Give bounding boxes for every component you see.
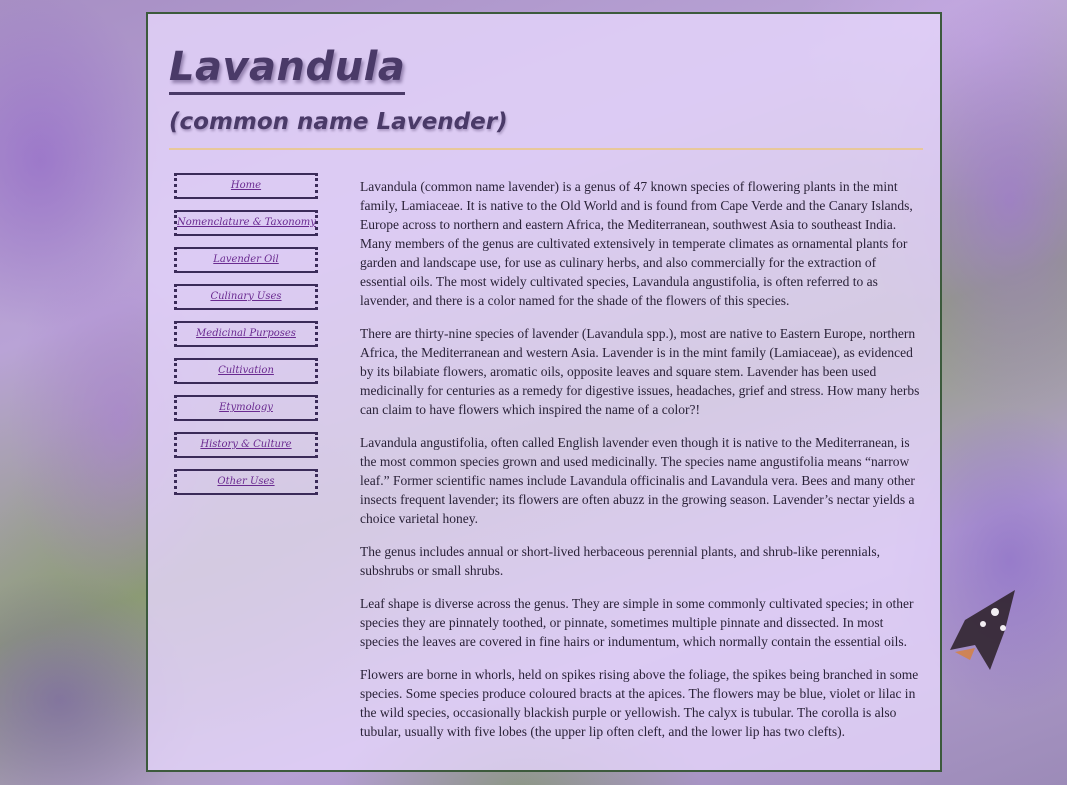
article-paragraph: Leaf shape is diverse across the genus. …	[360, 596, 914, 649]
article-paragraph: There are thirty-nine species of lavende…	[360, 326, 920, 417]
butterfly-background-image	[950, 590, 1015, 670]
page-subtitle: (common name Lavender)	[169, 109, 508, 135]
page-title: Lavandula	[169, 44, 406, 95]
main-panel: Lavandula (common name Lavender) Home No…	[146, 12, 942, 772]
article-paragraph: The genus includes annual or short-lived…	[360, 544, 880, 578]
nav-link-nomenclature-taxonomy[interactable]: Nomenclature & Taxonomy	[174, 210, 318, 236]
header-divider	[169, 148, 923, 150]
nav-link-medicinal-purposes[interactable]: Medicinal Purposes	[174, 321, 318, 347]
article-content: Lavandula (common name lavender) is a ge…	[360, 177, 922, 755]
sidebar-nav: Home Nomenclature & Taxonomy Lavender Oi…	[174, 173, 318, 506]
page-header: Lavandula (common name Lavender)	[169, 44, 923, 137]
nav-link-other-uses[interactable]: Other Uses	[174, 469, 318, 495]
article-paragraph: Flowers are borne in whorls, held on spi…	[360, 667, 919, 739]
nav-link-home[interactable]: Home	[174, 173, 318, 199]
article-paragraph: Lavandula angustifolia, often called Eng…	[360, 435, 915, 526]
nav-link-history-culture[interactable]: History & Culture	[174, 432, 318, 458]
nav-link-lavender-oil[interactable]: Lavender Oil	[174, 247, 318, 273]
article-paragraph: Lavandula (common name lavender) is a ge…	[360, 179, 913, 308]
nav-link-etymology[interactable]: Etymology	[174, 395, 318, 421]
nav-link-culinary-uses[interactable]: Culinary Uses	[174, 284, 318, 310]
nav-link-cultivation[interactable]: Cultivation	[174, 358, 318, 384]
